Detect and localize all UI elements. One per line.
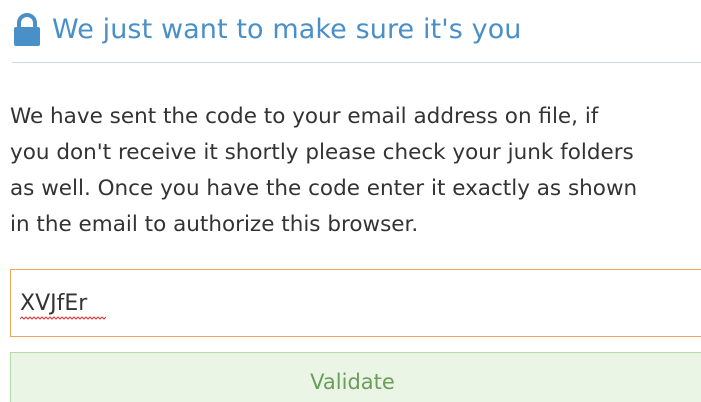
- code-input-field[interactable]: [10, 269, 701, 337]
- lock-icon: [14, 13, 40, 46]
- message-line: as well. Once you have the code enter it…: [10, 176, 638, 201]
- message-line: in the email to authorize this browser.: [10, 212, 419, 237]
- validate-button[interactable]: Validate: [10, 352, 701, 402]
- verification-code-input[interactable]: [11, 270, 701, 336]
- instruction-message: We have sent the code to your email addr…: [10, 99, 700, 243]
- page-title: We just want to make sure it's you: [52, 13, 522, 45]
- header-divider: [12, 62, 701, 63]
- message-line: We have sent the code to your email addr…: [10, 104, 599, 129]
- verification-header: We just want to make sure it's you: [12, 0, 701, 58]
- message-line: you don't receive it shortly please chec…: [10, 140, 634, 165]
